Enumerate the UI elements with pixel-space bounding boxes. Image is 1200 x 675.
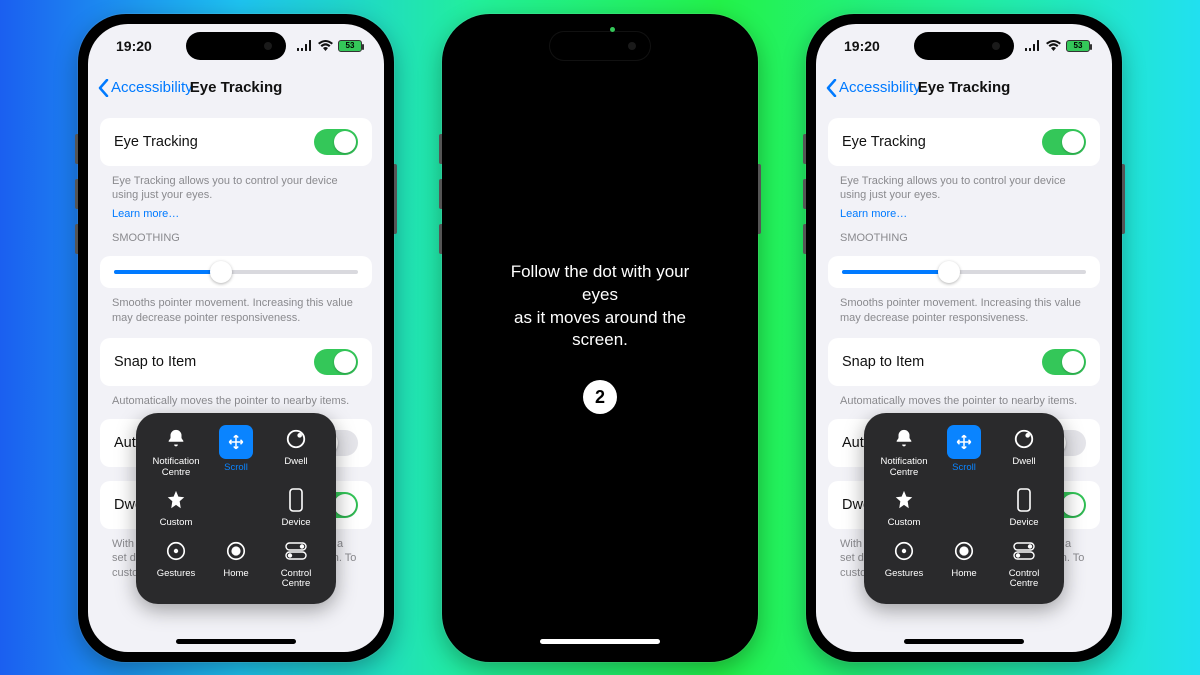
chevron-left-icon [826,79,837,97]
assistivetouch-menu[interactable]: Notification Centre Scroll Dwell Custom … [864,413,1064,603]
back-button[interactable]: Accessibility [826,79,921,97]
calibration-countdown: 2 [583,380,617,414]
at-item-control-centre[interactable]: Control Centre [994,537,1054,590]
dwell-icon [1010,425,1038,453]
row-eye-tracking: Eye Tracking [828,118,1100,166]
status-time: 19:20 [116,38,152,54]
slider-smoothing[interactable] [100,256,372,288]
assistivetouch-menu[interactable]: Notification Centre Scroll Dwell Custom … [136,413,336,603]
at-item-notification-centre[interactable]: Notification Centre [146,425,206,478]
camera-indicator-icon [610,27,615,32]
at-item-custom[interactable]: Custom [146,486,206,528]
battery-icon: 53 [1066,40,1090,52]
cellular-icon [1025,40,1041,51]
back-button[interactable]: Accessibility [98,79,193,97]
row-label: Eye Tracking [114,134,198,150]
bell-icon [162,425,190,453]
scroll-icon [226,432,246,452]
phone-left: 19:20 53 Accessibility Eye Tracking Eye … [78,14,394,662]
toggle-eye-tracking[interactable] [1042,129,1086,155]
wifi-icon [318,40,333,51]
at-item-scroll[interactable]: Scroll [206,425,266,478]
dynamic-island [550,32,650,60]
at-item-gestures[interactable]: Gestures [874,537,934,590]
battery-icon: 53 [338,40,362,52]
learn-more-link[interactable]: Learn more… [816,203,1112,222]
at-item-notification-centre[interactable]: Notification Centre [874,425,934,478]
status-time: 19:20 [844,38,880,54]
control-centre-icon [282,537,310,565]
dynamic-island [914,32,1014,60]
row-label: Snap to Item [842,354,924,370]
home-icon [222,537,250,565]
home-indicator[interactable] [176,639,296,644]
at-item-device[interactable]: Device [266,486,326,528]
at-item-dwell[interactable]: Dwell [266,425,326,478]
at-item-dwell[interactable]: Dwell [994,425,1054,478]
row-snap: Snap to Item [828,338,1100,386]
calibration-text: Follow the dot with your eyes as it move… [492,261,708,353]
home-icon [950,537,978,565]
phone-right: 19:20 53 Accessibility Eye Tracking Eye … [806,14,1122,662]
section-smoothing: Smoothing [88,222,384,246]
device-icon [1010,486,1038,514]
nav-bar: Accessibility Eye Tracking [88,68,384,108]
at-item-custom[interactable]: Custom [874,486,934,528]
row-eye-tracking: Eye Tracking [100,118,372,166]
desc-eye-tracking: Eye Tracking allows you to control your … [816,170,1112,204]
scroll-icon [954,432,974,452]
toggle-snap[interactable] [314,349,358,375]
nav-bar: Accessibility Eye Tracking [816,68,1112,108]
calibration-screen: Follow the dot with your eyes as it move… [452,24,748,652]
cellular-icon [297,40,313,51]
page-title: Eye Tracking [918,79,1011,96]
learn-more-link[interactable]: Learn more… [88,203,384,222]
page-title: Eye Tracking [190,79,283,96]
desc-smoothing: Smooths pointer movement. Increasing thi… [816,292,1112,326]
desc-snap: Automatically moves the pointer to nearb… [88,390,384,409]
row-snap: Snap to Item [100,338,372,386]
row-label: Snap to Item [114,354,196,370]
at-item-control-centre[interactable]: Control Centre [266,537,326,590]
at-item-home[interactable]: Home [206,537,266,590]
gestures-icon [162,537,190,565]
star-icon [890,486,918,514]
phone-center: Follow the dot with your eyes as it move… [442,14,758,662]
desc-eye-tracking: Eye Tracking allows you to control your … [88,170,384,204]
at-item-home[interactable]: Home [934,537,994,590]
at-item-device[interactable]: Device [994,486,1054,528]
wifi-icon [1046,40,1061,51]
dynamic-island [186,32,286,60]
toggle-snap[interactable] [1042,349,1086,375]
desc-smoothing: Smooths pointer movement. Increasing thi… [88,292,384,326]
device-icon [282,486,310,514]
home-indicator[interactable] [904,639,1024,644]
slider-smoothing[interactable] [828,256,1100,288]
at-item-scroll[interactable]: Scroll [934,425,994,478]
chevron-left-icon [98,79,109,97]
desc-snap: Automatically moves the pointer to nearb… [816,390,1112,409]
dwell-icon [282,425,310,453]
control-centre-icon [1010,537,1038,565]
row-label: Eye Tracking [842,134,926,150]
bell-icon [890,425,918,453]
gestures-icon [890,537,918,565]
section-smoothing: Smoothing [816,222,1112,246]
home-indicator[interactable] [540,639,660,644]
star-icon [162,486,190,514]
toggle-eye-tracking[interactable] [314,129,358,155]
at-item-gestures[interactable]: Gestures [146,537,206,590]
